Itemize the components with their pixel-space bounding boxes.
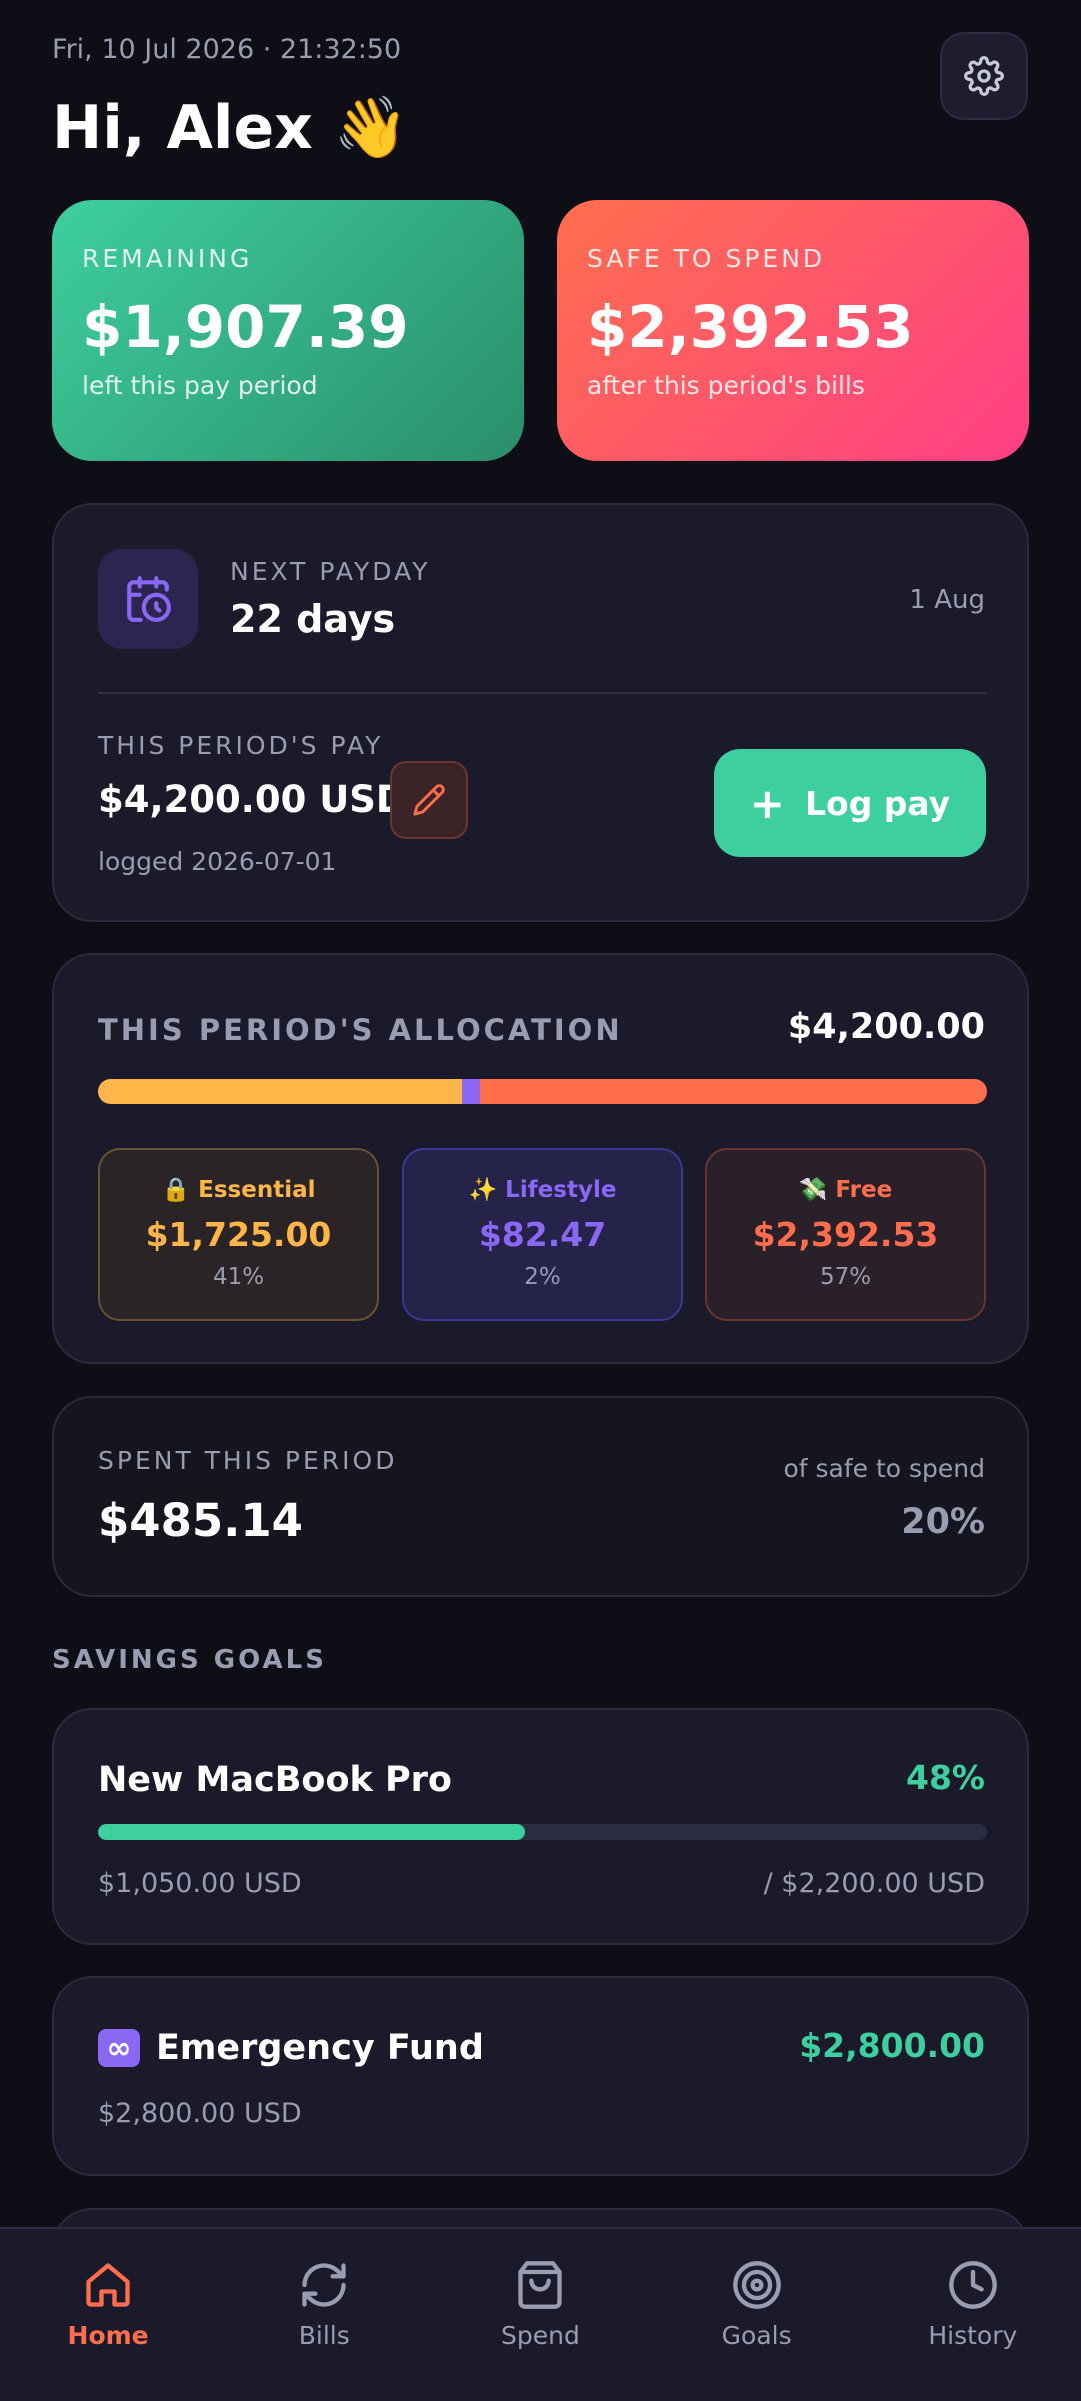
home-icon bbox=[86, 2263, 130, 2307]
safe-to-spend-subtext: after this period's bills bbox=[587, 371, 865, 400]
chip-name: 🔒 Essential bbox=[161, 1177, 316, 1203]
spent-subtext: of safe to spend bbox=[783, 1454, 985, 1483]
chip-percent: 41% bbox=[212, 1264, 265, 1290]
nav-spend-label: Spend bbox=[501, 2321, 580, 2350]
spent-label: SPENT THIS PERIOD bbox=[98, 1446, 398, 1475]
goal-title-row: ∞ Emergency Fund bbox=[98, 2028, 484, 2068]
payday-panel: NEXT PAYDAY 22 days 1 Aug THIS PERIOD'S … bbox=[52, 503, 1029, 922]
bottom-nav: Home Bills Spend Goals History bbox=[0, 2227, 1081, 2401]
next-payday-days: 22 days bbox=[230, 597, 396, 641]
datetime: Fri, 10 Jul 2026 · 21:32:50 bbox=[52, 34, 402, 65]
nav-goals-label: Goals bbox=[721, 2321, 792, 2350]
chip-value: $2,392.53 bbox=[752, 1215, 939, 1254]
goal-progress-fill bbox=[98, 1824, 525, 1840]
goal-name: Emergency Fund bbox=[156, 2028, 484, 2068]
gear-icon bbox=[964, 56, 1004, 96]
safe-to-spend-label: SAFE TO SPEND bbox=[587, 244, 826, 273]
goal-amount: $2,800.00 bbox=[799, 2026, 985, 2065]
allocation-bar bbox=[98, 1079, 987, 1104]
allocation-segment-essential bbox=[98, 1079, 463, 1104]
nav-goals[interactable]: Goals bbox=[677, 2259, 837, 2350]
spent-amount: $485.14 bbox=[98, 1494, 303, 1547]
period-pay-label: THIS PERIOD'S PAY bbox=[98, 731, 384, 760]
goal-card[interactable]: ∞ Emergency Fund $2,800.00 $2,800.00 USD bbox=[52, 1976, 1029, 2176]
target-icon bbox=[732, 2261, 781, 2309]
allocation-chip-essential[interactable]: 🔒 Essential $1,725.00 41% bbox=[98, 1148, 379, 1321]
divider bbox=[98, 692, 987, 694]
remaining-card: REMAINING $1,907.39 left this pay period bbox=[52, 200, 524, 461]
chip-percent: 57% bbox=[819, 1264, 872, 1290]
period-pay-amount: $4,200.00 USD bbox=[98, 778, 407, 821]
allocation-segment-lifestyle bbox=[462, 1079, 481, 1104]
spent-percent: 20% bbox=[901, 1502, 985, 1542]
goal-percent: 48% bbox=[906, 1758, 985, 1797]
allocation-total: $4,200.00 bbox=[787, 1007, 985, 1047]
goal-card[interactable]: New MacBook Pro 48% $1,050.00 USD / $2,2… bbox=[52, 1708, 1029, 1945]
edit-pay-button[interactable] bbox=[390, 761, 468, 839]
calendar-icon-box bbox=[98, 549, 198, 649]
remaining-amount: $1,907.39 bbox=[82, 293, 409, 361]
pay-logged-date: logged 2026-07-01 bbox=[98, 847, 337, 876]
allocation-panel: THIS PERIOD'S ALLOCATION $4,200.00 🔒 Ess… bbox=[52, 953, 1029, 1364]
next-payday-date: 1 Aug bbox=[909, 585, 985, 615]
chip-percent: 2% bbox=[524, 1264, 561, 1290]
log-pay-label: Log pay bbox=[805, 783, 951, 823]
goal-target: / $2,200.00 USD bbox=[763, 1868, 985, 1899]
next-payday-label: NEXT PAYDAY bbox=[230, 557, 431, 586]
goal-saved: $1,050.00 USD bbox=[98, 1868, 302, 1899]
goal-progress-bar bbox=[98, 1824, 987, 1840]
nav-bills[interactable]: Bills bbox=[244, 2259, 404, 2350]
goal-name: New MacBook Pro bbox=[98, 1760, 452, 1800]
remaining-subtext: left this pay period bbox=[82, 371, 318, 400]
pencil-icon bbox=[413, 784, 445, 816]
safe-to-spend-card: SAFE TO SPEND $2,392.53 after this perio… bbox=[557, 200, 1029, 461]
nav-bills-label: Bills bbox=[298, 2321, 350, 2350]
nav-history[interactable]: History bbox=[893, 2259, 1053, 2350]
chip-value: $1,725.00 bbox=[145, 1215, 332, 1254]
settings-button[interactable] bbox=[940, 32, 1028, 120]
plus-icon: + bbox=[749, 778, 785, 828]
remaining-label: REMAINING bbox=[82, 244, 253, 273]
nav-home[interactable]: Home bbox=[28, 2259, 188, 2350]
savings-goals-heading: SAVINGS GOALS bbox=[52, 1645, 327, 1675]
spent-panel: SPENT THIS PERIOD $485.14 of safe to spe… bbox=[52, 1396, 1029, 1597]
chip-name: ✨ Lifestyle bbox=[468, 1177, 617, 1203]
chip-name: 💸 Free bbox=[798, 1177, 893, 1203]
allocation-chip-free[interactable]: 💸 Free $2,392.53 57% bbox=[705, 1148, 986, 1321]
greeting: Hi, Alex 👋 bbox=[52, 93, 409, 163]
shopping-bag-icon bbox=[518, 2261, 563, 2309]
allocation-chip-lifestyle[interactable]: ✨ Lifestyle $82.47 2% bbox=[402, 1148, 683, 1321]
goal-saved: $2,800.00 USD bbox=[98, 2098, 302, 2129]
allocation-segment-free bbox=[480, 1079, 987, 1104]
calendar-clock-icon bbox=[127, 576, 171, 622]
safe-to-spend-amount: $2,392.53 bbox=[587, 293, 914, 361]
refresh-icon bbox=[302, 2263, 346, 2307]
log-pay-button[interactable]: + Log pay bbox=[714, 749, 986, 857]
clock-icon bbox=[949, 2261, 997, 2309]
chip-value: $82.47 bbox=[478, 1215, 607, 1254]
nav-history-label: History bbox=[928, 2321, 1018, 2350]
nav-spend[interactable]: Spend bbox=[460, 2259, 620, 2350]
nav-home-label: Home bbox=[67, 2321, 149, 2350]
allocation-title: THIS PERIOD'S ALLOCATION bbox=[98, 1013, 623, 1047]
infinity-icon: ∞ bbox=[98, 2029, 140, 2067]
